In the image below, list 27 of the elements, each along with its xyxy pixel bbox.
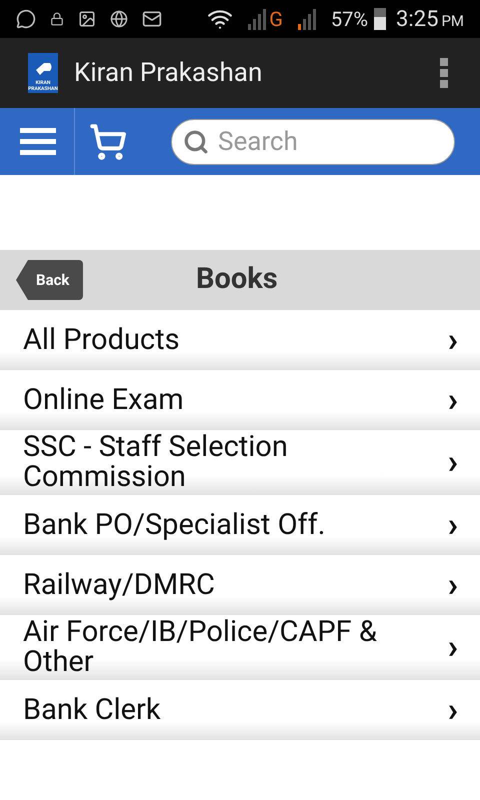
chevron-icon: › xyxy=(448,630,458,664)
network-type: G xyxy=(269,6,283,33)
battery-percent: 57% xyxy=(330,6,368,33)
image-icon xyxy=(78,10,96,28)
chevron-icon: › xyxy=(448,568,458,602)
section-title: Books xyxy=(196,261,278,298)
chevron-icon: › xyxy=(448,508,458,542)
chevron-icon: › xyxy=(448,692,458,726)
globe-icon xyxy=(110,10,128,28)
chevron-icon: › xyxy=(448,445,458,479)
lock-icon xyxy=(50,12,64,26)
clock-time: 3:25 xyxy=(396,6,438,34)
signal-icon xyxy=(296,8,317,30)
signal-icon xyxy=(247,8,268,30)
overflow-menu-icon[interactable] xyxy=(440,58,448,88)
back-button[interactable]: Back xyxy=(16,260,84,300)
chevron-icon: › xyxy=(448,322,458,356)
cart-icon[interactable] xyxy=(89,122,127,160)
app-title: Kiran Prakashan xyxy=(74,56,264,90)
search-field[interactable]: Search xyxy=(171,118,455,164)
clock-ampm: PM xyxy=(441,10,464,32)
battery-icon xyxy=(374,8,386,30)
search-icon xyxy=(183,128,209,154)
menu-icon[interactable] xyxy=(20,128,56,155)
chat-icon xyxy=(16,9,36,29)
mail-icon xyxy=(142,9,162,29)
chevron-icon: › xyxy=(448,382,458,416)
